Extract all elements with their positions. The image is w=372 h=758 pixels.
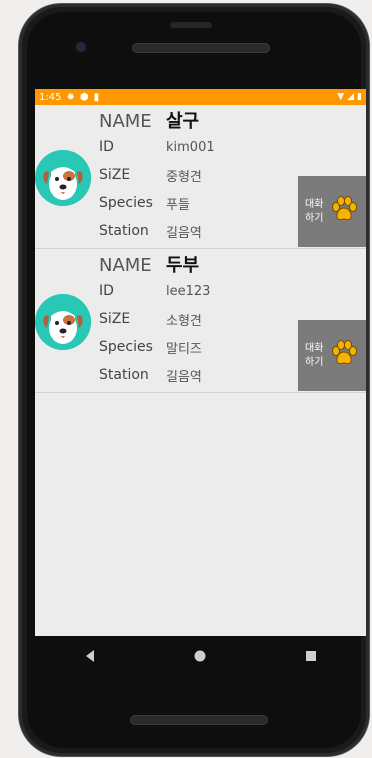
size-label: SiZE xyxy=(99,167,131,183)
bottom-speaker xyxy=(130,715,268,725)
id-label: ID xyxy=(99,283,114,299)
back-icon[interactable] xyxy=(78,644,102,668)
paw-icon xyxy=(329,195,359,229)
dog-avatar-icon xyxy=(35,150,91,206)
pet-name: 두부 xyxy=(166,255,200,276)
pet-species: 말티즈 xyxy=(166,341,202,357)
pet-station: 길음역 xyxy=(166,225,202,241)
shield-icon: ⬢ xyxy=(79,91,89,103)
pet-id: kim001 xyxy=(166,139,215,155)
pet-name: 살구 xyxy=(166,111,200,132)
settings-icon: ✹ xyxy=(66,91,75,103)
pet-size: 소형견 xyxy=(166,313,202,329)
pet-id: lee123 xyxy=(166,283,211,299)
station-label: Station xyxy=(99,223,149,239)
id-label: ID xyxy=(99,139,114,155)
sd-card-icon: ▮ xyxy=(93,91,100,103)
chat-button[interactable]: 대화 하기 xyxy=(298,176,366,247)
station-label: Station xyxy=(99,367,149,383)
wifi-icon: ▼ xyxy=(337,92,345,102)
top-speaker xyxy=(132,43,270,53)
pet-card[interactable]: NAME 두부 ID lee123 SiZE 소형견 Species 말티즈 S… xyxy=(35,249,366,393)
pet-card[interactable]: NAME 살구 ID kim001 SiZE 중형견 Species 푸들 St… xyxy=(35,105,366,249)
paw-icon xyxy=(329,339,359,373)
app-screen: 1:45 ✹ ⬢ ▮ ▼ ◢ ▮ NAME 살구 ID kim001 SiZE … xyxy=(35,89,366,636)
dog-avatar-icon xyxy=(35,294,91,350)
pet-species: 푸들 xyxy=(166,197,190,213)
name-label: NAME xyxy=(99,111,152,132)
pet-size: 중형견 xyxy=(166,169,202,185)
front-camera xyxy=(76,42,86,52)
chat-button-label: 대화 하기 xyxy=(305,342,324,368)
chat-button[interactable]: 대화 하기 xyxy=(298,320,366,391)
battery-icon: ▮ xyxy=(357,92,362,102)
name-label: NAME xyxy=(99,255,152,276)
pet-station: 길음역 xyxy=(166,369,202,385)
home-icon[interactable] xyxy=(188,644,212,668)
status-bar: 1:45 ✹ ⬢ ▮ ▼ ◢ ▮ xyxy=(35,89,366,105)
chat-button-label: 대화 하기 xyxy=(305,198,324,224)
recents-icon[interactable] xyxy=(299,644,323,668)
status-time: 1:45 xyxy=(39,91,62,103)
species-label: Species xyxy=(99,339,153,355)
top-sensor xyxy=(170,22,212,28)
species-label: Species xyxy=(99,195,153,211)
size-label: SiZE xyxy=(99,311,131,327)
navigation-bar xyxy=(35,636,366,676)
signal-icon: ◢ xyxy=(347,92,355,102)
